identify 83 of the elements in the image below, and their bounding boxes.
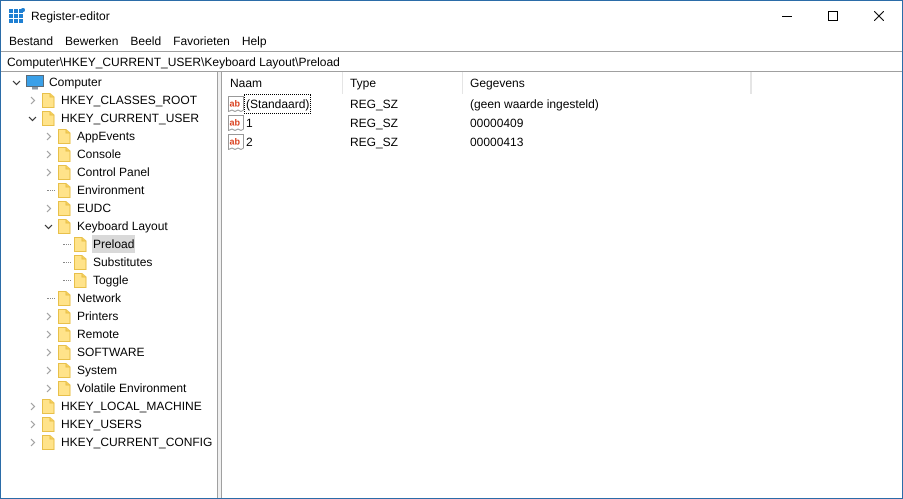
tree-item[interactable]: Remote [76, 325, 120, 343]
chevron-right-icon[interactable] [44, 204, 52, 212]
tree-item[interactable]: System [76, 361, 118, 379]
folder-icon [58, 164, 72, 180]
tree-item[interactable]: HKEY_CURRENT_USER [60, 109, 200, 127]
chevron-right-icon[interactable] [44, 150, 52, 158]
table-cell[interactable]: 2 [244, 132, 255, 152]
chevron-right-icon[interactable] [28, 420, 36, 428]
folder-icon [58, 182, 72, 198]
tree-item[interactable]: Volatile Environment [76, 379, 188, 397]
table-cell[interactable]: (Standaard) [244, 94, 312, 114]
table-cell: 00000409 [470, 116, 524, 130]
folder-icon [42, 92, 56, 108]
folder-icon [58, 308, 72, 324]
column-header[interactable]: Type [343, 72, 463, 94]
tree-item[interactable]: HKEY_USERS [60, 415, 143, 433]
registry-editor-icon [9, 8, 25, 24]
menu-item[interactable]: Beeld [124, 32, 168, 50]
tree-item[interactable]: Network [76, 289, 122, 307]
chevron-right-icon[interactable] [28, 402, 36, 410]
tree-item[interactable]: Substitutes [92, 253, 154, 271]
tree-item[interactable]: Keyboard Layout [76, 217, 169, 235]
string-value-icon: ab [228, 134, 244, 150]
folder-icon [58, 128, 72, 144]
chevron-down-icon[interactable] [28, 114, 36, 122]
folder-icon [58, 362, 72, 378]
folder-icon [74, 254, 88, 270]
folder-icon [58, 146, 72, 162]
window-title: Register-editor [31, 8, 110, 25]
chevron-down-icon[interactable] [44, 222, 52, 230]
tree-item[interactable]: Control Panel [76, 163, 151, 181]
tree-item[interactable]: AppEvents [76, 127, 136, 145]
table-cell: 00000413 [470, 134, 524, 148]
tree-item[interactable]: HKEY_CURRENT_CONFIG [60, 433, 214, 451]
menu-item[interactable]: Help [236, 32, 273, 50]
table-cell: REG_SZ [350, 134, 398, 148]
table-cell: (geen waarde ingesteld) [470, 96, 599, 110]
string-value-icon: ab [228, 114, 244, 130]
tree-item[interactable]: Preload [92, 235, 136, 253]
column-header[interactable]: Gegevens [463, 72, 751, 94]
folder-icon [42, 416, 56, 432]
tree-item[interactable]: Printers [76, 307, 120, 325]
chevron-right-icon[interactable] [44, 348, 52, 356]
folder-icon [74, 272, 88, 288]
menu-item[interactable]: Favorieten [167, 32, 236, 50]
chevron-right-icon[interactable] [28, 438, 36, 446]
tree-item[interactable]: Console [76, 145, 122, 163]
tree-item[interactable]: HKEY_CLASSES_ROOT [60, 91, 198, 109]
monitor-icon [26, 74, 44, 90]
table-cell[interactable]: 1 [244, 112, 255, 132]
tree-item[interactable]: Environment [76, 181, 146, 199]
folder-icon [58, 380, 72, 396]
address-bar[interactable]: Computer\HKEY_CURRENT_USER\Keyboard Layout\Preload [1, 51, 902, 72]
tree-item[interactable]: Toggle [92, 271, 130, 289]
folder-icon [58, 344, 72, 360]
tree-item[interactable]: EUDC [76, 199, 112, 217]
string-value-icon: ab [228, 96, 244, 112]
tree-item[interactable]: Computer [48, 73, 103, 91]
folder-icon [58, 218, 72, 234]
maximize-icon [828, 11, 838, 21]
chevron-right-icon[interactable] [44, 312, 52, 320]
folder-icon [58, 290, 72, 306]
menu-item[interactable]: Bestand [3, 32, 60, 50]
table-cell: REG_SZ [350, 96, 398, 110]
chevron-right-icon[interactable] [44, 168, 52, 176]
chevron-right-icon[interactable] [44, 384, 52, 392]
folder-icon [42, 434, 56, 450]
chevron-right-icon[interactable] [44, 366, 52, 374]
close-icon [874, 11, 884, 21]
menu-item[interactable]: Bewerken [59, 32, 124, 50]
folder-icon [58, 326, 72, 342]
folder-icon [58, 200, 72, 216]
chevron-right-icon[interactable] [44, 132, 52, 140]
tree-item[interactable]: HKEY_LOCAL_MACHINE [60, 397, 203, 415]
tree-item[interactable]: SOFTWARE [76, 343, 146, 361]
column-header[interactable]: Naam [223, 72, 343, 94]
chevron-down-icon[interactable] [12, 78, 20, 86]
folder-icon [74, 236, 88, 252]
folder-icon [42, 398, 56, 414]
table-cell: REG_SZ [350, 116, 398, 130]
chevron-right-icon[interactable] [44, 330, 52, 338]
chevron-right-icon[interactable] [28, 96, 36, 104]
folder-icon [42, 110, 56, 126]
